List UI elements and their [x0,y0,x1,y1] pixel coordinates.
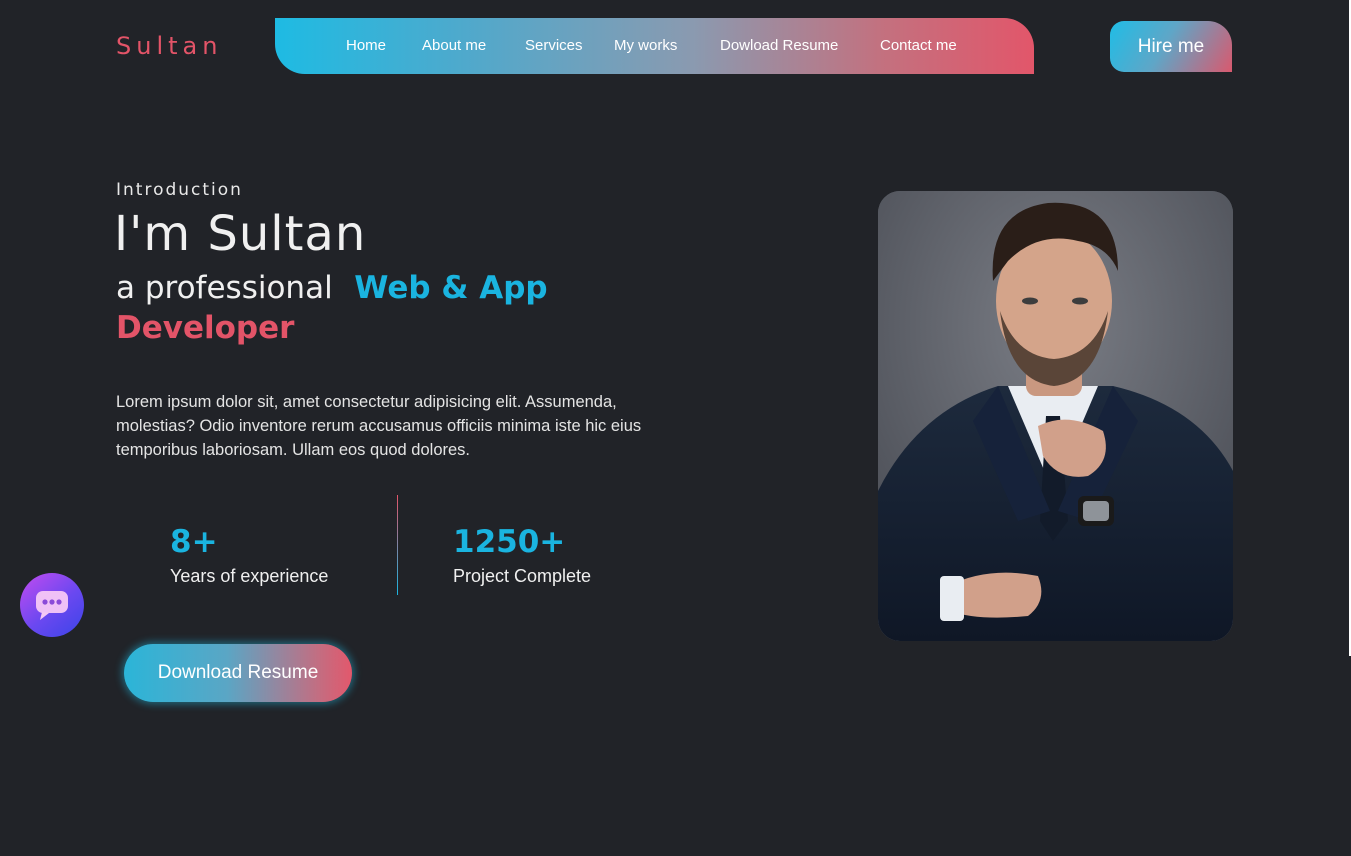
nav-services[interactable]: Services [525,37,583,54]
main-navbar: Home About me Services My works Dowload … [275,18,1034,74]
hero-subtitle-prefix: a professional [116,270,333,306]
stat-experience-value: 8+ [170,524,218,560]
hire-me-button[interactable]: Hire me [1110,21,1232,72]
stat-experience: 8+ Years of experience [170,524,328,587]
profile-photo-illustration [878,191,1233,641]
profile-photo [878,191,1233,641]
hero-title: I'm Sultan [114,206,367,262]
hero-subtitle: a professional Web & App Developer [116,268,636,348]
chat-button[interactable] [20,573,84,637]
hero-subtitle-role: Developer [116,310,295,346]
nav-contact-me[interactable]: Contact me [880,37,957,54]
stat-projects-label: Project Complete [453,566,592,586]
nav-download-resume[interactable]: Dowload Resume [720,37,838,54]
download-resume-button[interactable]: Download Resume [124,644,352,702]
chat-bubble-icon [36,591,68,620]
hero-description: Lorem ipsum dolor sit, amet consectetur … [116,392,642,459]
nav-about-me[interactable]: About me [422,37,486,54]
nav-home[interactable]: Home [346,37,386,54]
brand-logo[interactable]: Sultan [116,32,222,60]
stat-projects-value: 1250+ [453,524,566,560]
intro-label: Introduction [116,180,243,200]
nav-my-works[interactable]: My works [614,37,677,54]
stats-divider [397,495,398,595]
hero-subtitle-highlight: Web & App [354,270,548,306]
stat-projects: 1250+ Project Complete [453,524,591,587]
stat-experience-label: Years of experience [170,566,329,586]
